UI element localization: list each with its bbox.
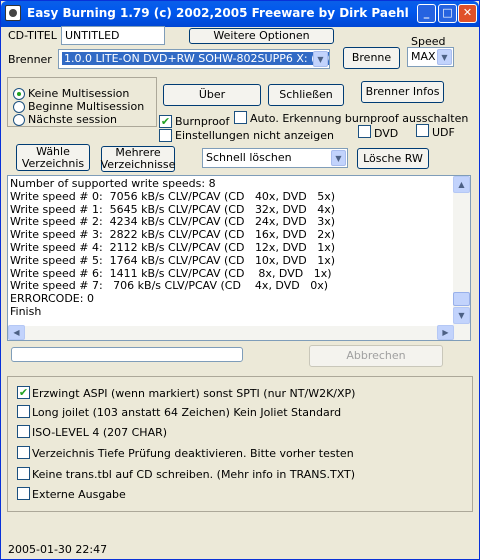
option-label[interactable]: Externe Ausgabe: [32, 488, 126, 501]
burnproof-checkbox[interactable]: ✔: [159, 115, 172, 128]
log-line: Write speed # 4: 2112 kB/s CLV/PCAV (CD …: [10, 240, 335, 254]
cd-title-label: CD-TITEL: [8, 29, 57, 42]
option-label[interactable]: Long joilet (103 anstatt 64 Zeichen) Kei…: [32, 406, 341, 419]
scroll-thumb[interactable]: [453, 292, 470, 306]
log-lines: Number of supported write speeds: 8 Write…: [10, 178, 450, 326]
schliessen-button[interactable]: Schließen: [268, 84, 344, 106]
title-bar[interactable]: Easy Burning 1.79 (c) 2002,2005 Freeware…: [1, 1, 479, 27]
scroll-down-icon[interactable]: ▼: [453, 307, 470, 324]
mehrere-verzeichnisse-button[interactable]: Mehrere Verzeichnisse: [101, 146, 175, 172]
brenner-label: Brenner: [8, 53, 52, 66]
radio-beginne-multisession[interactable]: [13, 101, 25, 113]
speed-select[interactable]: MAX ▼: [407, 47, 454, 67]
cd-title-input[interactable]: UNTITLED: [61, 26, 165, 45]
dvd-checkbox[interactable]: [358, 125, 371, 138]
scroll-up-icon[interactable]: ▲: [453, 176, 470, 193]
udf-label[interactable]: UDF: [432, 126, 455, 139]
option-checkbox[interactable]: [17, 487, 30, 500]
radio-naechste-session[interactable]: [13, 114, 25, 126]
waehle-verzeichnis-button[interactable]: Wähle Verzeichnis: [16, 144, 90, 171]
option-checkbox[interactable]: [17, 425, 30, 438]
uber-button[interactable]: Über: [163, 84, 261, 106]
auto-erkennung-checkbox[interactable]: [234, 111, 247, 124]
chevron-down-icon[interactable]: ▼: [331, 150, 346, 166]
brenner-select[interactable]: 1.0.0 LITE-ON DVD+RW SOHW-802SUPP6 X: (2…: [58, 49, 330, 69]
radio-keine-multisession-label[interactable]: Keine Multisession: [28, 87, 129, 100]
udf-checkbox[interactable]: [416, 124, 429, 137]
main-window: Easy Burning 1.79 (c) 2002,2005 Freeware…: [0, 0, 480, 560]
window-title: Easy Burning 1.79 (c) 2002,2005 Freeware…: [27, 6, 409, 20]
minimize-button[interactable]: _: [417, 4, 436, 23]
loesche-rw-button[interactable]: Lösche RW: [357, 148, 429, 169]
auto-erkennung-label[interactable]: Auto. Erkennung burnproof ausschalten: [250, 112, 468, 125]
log-line: Write speed # 5: 1764 kB/s CLV/PCAV (CD …: [10, 253, 335, 267]
einstellungen-checkbox[interactable]: [159, 129, 172, 142]
brenner-select-value: 1.0.0 LITE-ON DVD+RW SOHW-802SUPP6 X: (2…: [62, 52, 329, 65]
chevron-down-icon[interactable]: ▼: [313, 51, 328, 67]
speed-select-value: MAX: [411, 50, 436, 63]
maximize-button[interactable]: □: [438, 4, 457, 23]
option-label[interactable]: Erzwingt ASPI (wenn markiert) sonst SPTI…: [32, 387, 355, 400]
option-checkbox[interactable]: [17, 405, 30, 418]
einstellungen-label[interactable]: Einstellungen nicht anzeigen: [175, 129, 334, 142]
log-line: ERRORCODE: 0: [10, 292, 94, 306]
radio-keine-multisession[interactable]: [13, 88, 25, 100]
brenner-infos-button[interactable]: Brenner Infos: [361, 81, 444, 103]
weitere-optionen-button[interactable]: Weitere Optionen: [189, 28, 334, 44]
option-checkbox[interactable]: [17, 467, 30, 480]
option-checkbox[interactable]: [17, 446, 30, 459]
scroll-left-icon[interactable]: ◀: [8, 325, 25, 340]
option-label[interactable]: Keine trans.tbl auf CD schreiben. (Mehr …: [32, 468, 355, 481]
option-label[interactable]: ISO-LEVEL 4 (207 CHAR): [32, 426, 167, 439]
app-disc-icon: [5, 5, 21, 21]
log-output[interactable]: Number of supported write speeds: 8 Write…: [7, 175, 471, 341]
burn-progress-bar: [11, 347, 243, 362]
scroll-right-icon[interactable]: ▶: [437, 325, 454, 340]
chevron-down-icon[interactable]: ▼: [437, 49, 452, 65]
erase-mode-value: Schnell löschen: [206, 151, 292, 164]
close-button[interactable]: ✕: [458, 4, 477, 23]
log-line: Finish: [10, 304, 42, 318]
burnproof-label[interactable]: Burnproof: [175, 115, 229, 128]
log-line: Number of supported write speeds: 8: [10, 178, 216, 190]
option-label[interactable]: Verzeichnis Tiefe Prüfung deaktivieren. …: [32, 447, 354, 460]
dvd-label[interactable]: DVD: [374, 127, 398, 140]
log-horizontal-scrollbar[interactable]: ◀ ▶: [8, 325, 454, 340]
radio-naechste-session-label[interactable]: Nächste session: [28, 113, 117, 126]
erase-mode-select[interactable]: Schnell löschen ▼: [202, 148, 348, 168]
status-datetime: 2005-01-30 22:47: [8, 543, 108, 556]
option-checkbox[interactable]: ✔: [17, 386, 30, 399]
log-vertical-scrollbar[interactable]: ▲ ▼: [453, 176, 470, 340]
abbrechen-button[interactable]: Abbrechen: [309, 345, 443, 367]
brenne-button[interactable]: Brenne: [343, 47, 400, 69]
radio-beginne-multisession-label[interactable]: Beginne Multisession: [28, 100, 144, 113]
log-line: Write speed # 0: 7056 kB/s CLV/PCAV (CD …: [10, 189, 335, 203]
